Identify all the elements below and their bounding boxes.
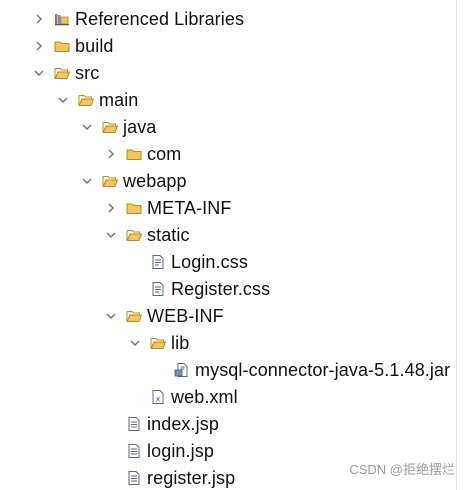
xml-file-icon: x bbox=[150, 389, 166, 405]
tree-item-label: mysql-connector-java-5.1.48.jar bbox=[195, 360, 451, 380]
chevron-right-icon[interactable] bbox=[106, 203, 116, 213]
tree-item-label: Login.css bbox=[171, 252, 248, 272]
tree-item[interactable]: Referenced Libraries bbox=[0, 6, 457, 33]
tree-item[interactable]: WEB-INF bbox=[0, 303, 457, 330]
tree-item-label: Register.css bbox=[171, 279, 271, 299]
folder-open-icon bbox=[102, 119, 118, 135]
css-file-icon bbox=[150, 254, 166, 270]
chevron-right-icon[interactable] bbox=[106, 149, 116, 159]
tree-item-label: register.jsp bbox=[147, 468, 236, 488]
tree-item-label: static bbox=[147, 225, 190, 245]
tree-item-label: login.jsp bbox=[147, 441, 214, 461]
project-explorer-tree: Referenced Libraries build src main java com w… bbox=[0, 0, 457, 490]
folder-open-icon bbox=[126, 308, 142, 324]
folder-open-icon bbox=[78, 92, 94, 108]
folder-icon bbox=[126, 146, 142, 162]
chevron-down-icon[interactable] bbox=[106, 311, 116, 321]
jsp-file-icon bbox=[126, 470, 142, 486]
chevron-down-icon[interactable] bbox=[82, 176, 92, 186]
tree-item-label: com bbox=[147, 144, 182, 164]
tree-item-label: WEB-INF bbox=[147, 306, 224, 326]
jsp-file-icon bbox=[126, 416, 142, 432]
tree-item-label: main bbox=[99, 90, 139, 110]
tree-item[interactable]: src bbox=[0, 60, 457, 87]
tree-item[interactable]: mysql-connector-java-5.1.48.jar bbox=[0, 357, 457, 384]
chevron-right-icon[interactable] bbox=[34, 41, 44, 51]
chevron-down-icon[interactable] bbox=[106, 230, 116, 240]
folder-open-icon bbox=[126, 227, 142, 243]
folder-icon bbox=[126, 200, 142, 216]
library-icon bbox=[54, 11, 70, 27]
folder-open-icon bbox=[150, 335, 166, 351]
tree-item-label: src bbox=[75, 63, 100, 83]
chevron-down-icon[interactable] bbox=[34, 68, 44, 78]
jsp-file-icon bbox=[126, 443, 142, 459]
tree-item-label: Referenced Libraries bbox=[75, 9, 245, 29]
folder-icon bbox=[54, 38, 70, 54]
tree-item[interactable]: lib bbox=[0, 330, 457, 357]
tree-item-label: webapp bbox=[123, 171, 187, 191]
chevron-down-icon[interactable] bbox=[130, 338, 140, 348]
svg-text:x: x bbox=[156, 394, 161, 403]
tree-item-label: java bbox=[123, 117, 157, 137]
tree-item-label: index.jsp bbox=[147, 414, 219, 434]
tree-item-label: build bbox=[75, 36, 114, 56]
chevron-right-icon[interactable] bbox=[34, 14, 44, 24]
tree-item-label: lib bbox=[171, 333, 190, 353]
folder-open-icon bbox=[102, 173, 118, 189]
chevron-down-icon[interactable] bbox=[82, 122, 92, 132]
watermark-text: CSDN @拒绝摆烂 bbox=[349, 462, 455, 477]
tree-item[interactable]: x web.xml bbox=[0, 384, 457, 411]
tree-item[interactable]: Register.css bbox=[0, 276, 457, 303]
jar-file-icon bbox=[174, 362, 190, 378]
tree-item[interactable]: index.jsp bbox=[0, 411, 457, 438]
tree-item-label: META-INF bbox=[147, 198, 232, 218]
tree-item[interactable]: static bbox=[0, 222, 457, 249]
tree-item[interactable]: META-INF bbox=[0, 195, 457, 222]
tree-item[interactable]: build bbox=[0, 33, 457, 60]
folder-open-icon bbox=[54, 65, 70, 81]
tree-item[interactable]: com bbox=[0, 141, 457, 168]
css-file-icon bbox=[150, 281, 166, 297]
tree-item[interactable]: main bbox=[0, 87, 457, 114]
tree-item-label: web.xml bbox=[171, 387, 238, 407]
tree-item[interactable]: java bbox=[0, 114, 457, 141]
tree-item[interactable]: Login.css bbox=[0, 249, 457, 276]
tree-item[interactable]: webapp bbox=[0, 168, 457, 195]
vertical-scrollbar[interactable] bbox=[456, 0, 471, 490]
chevron-down-icon[interactable] bbox=[58, 95, 68, 105]
